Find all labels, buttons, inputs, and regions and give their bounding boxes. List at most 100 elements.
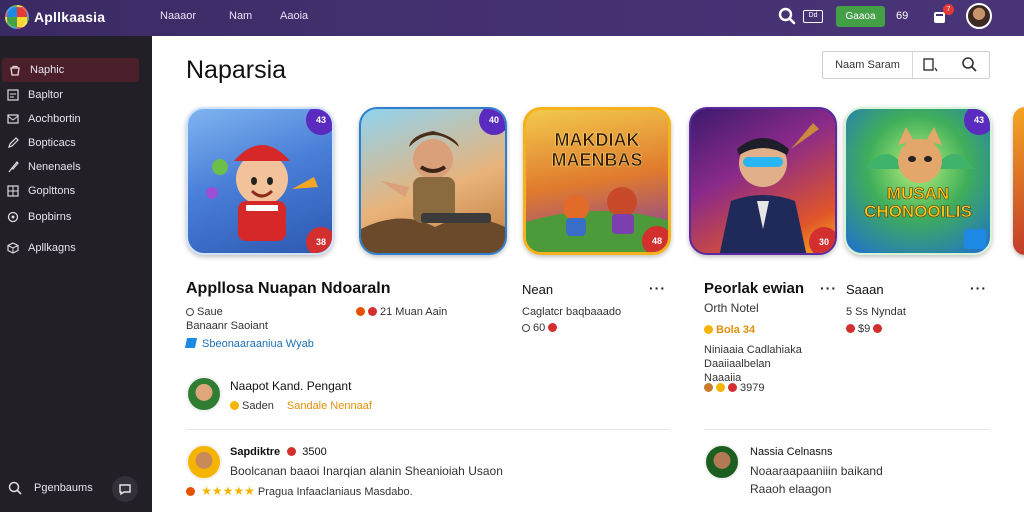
- review-footer-text: Pragua Infaaclaniaus Masdabo.: [257, 486, 413, 498]
- badge-icon: [846, 324, 855, 333]
- reward-icon: [704, 383, 713, 392]
- clock-icon: [186, 308, 194, 316]
- app4-desc-1: Niniaaia Cadlahiaka: [704, 344, 802, 356]
- reviewer-name[interactable]: Sapdiktre: [230, 446, 280, 458]
- reviewer-avatar[interactable]: [186, 444, 222, 480]
- nav-link-3[interactable]: Aaoia: [280, 10, 308, 22]
- filter-icon[interactable]: [917, 52, 943, 78]
- badge-icon: [548, 323, 558, 332]
- review-line-1: Noaaraapaaniiin baikand: [750, 464, 883, 478]
- search-icon[interactable]: [957, 52, 983, 78]
- card-badge-bottom: 38: [306, 227, 332, 253]
- app5-name[interactable]: Saaan: [846, 282, 884, 297]
- thumb-icon: [230, 401, 239, 410]
- app-brand[interactable]: Apllkaasia: [34, 9, 105, 25]
- sidebar-item-7[interactable]: Bopbirns: [0, 205, 152, 229]
- reviewer-name[interactable]: Naapot Kand. Pengant: [230, 379, 351, 393]
- reviewer-avatar[interactable]: [186, 376, 222, 412]
- more-options-button[interactable]: ···: [970, 280, 987, 296]
- app-meta-1: Saue: [186, 306, 223, 318]
- reviewer-header: Sapdiktre 3500: [230, 446, 327, 458]
- game-card-3[interactable]: MAKDIAK MAENBAS 48: [523, 107, 671, 255]
- rating-icon: [368, 307, 377, 316]
- app-meta-2: Banaanr Saoiant: [186, 320, 268, 332]
- app-link[interactable]: Sbeonaaraaniua Wyab: [184, 338, 314, 350]
- brush-icon: [8, 161, 19, 173]
- sidebar-item-1[interactable]: Naphic: [2, 58, 139, 82]
- app3-count: 60: [533, 322, 546, 334]
- sidebar-bottom-label: Pgenbaums: [34, 482, 93, 494]
- user-avatar[interactable]: [966, 3, 992, 29]
- game-card-2[interactable]: 40: [359, 107, 507, 255]
- rating-icon: [356, 307, 365, 316]
- sidebar-item-3[interactable]: Aochbortin: [0, 107, 152, 131]
- app4-price: Bola 34: [704, 324, 755, 336]
- sidebar-item-label: Goplttons: [28, 185, 76, 197]
- divider: [186, 429, 670, 430]
- game-card-5[interactable]: MUSAN CHONOOILIS 43: [844, 107, 992, 255]
- sidebar-item-8[interactable]: Apllkagns: [0, 236, 152, 260]
- card-badge-top: 40: [479, 109, 505, 135]
- game-art-title: MAKDIAK MAENBAS: [551, 130, 643, 171]
- app4-price-text: Bola 34: [716, 324, 756, 336]
- search-icon[interactable]: [778, 7, 796, 25]
- sidebar-item-6[interactable]: Goplttons: [0, 179, 152, 203]
- game-card-6[interactable]: [1013, 107, 1024, 255]
- search-input[interactable]: Naam Saram: [823, 52, 913, 78]
- reviewer-score: 3500: [302, 446, 327, 458]
- sidebar-item-label: Bopbirns: [28, 211, 72, 223]
- app4-desc-2: Daaiiaalbelan: [704, 358, 771, 370]
- sidebar-item-label: Nenenaels: [28, 161, 81, 173]
- nav-link-1[interactable]: Naaaor: [160, 10, 196, 22]
- search-icon: [8, 481, 22, 495]
- primary-action-button[interactable]: Gaaoa: [836, 6, 885, 27]
- tag-button[interactable]: Dd: [803, 10, 823, 23]
- reviewer-name[interactable]: Nassia Celnasns: [750, 446, 833, 458]
- nav-link-2[interactable]: Nam: [229, 10, 252, 22]
- card-badge-top: 43: [964, 109, 990, 135]
- review-tag: Saden: [242, 400, 274, 412]
- app-logo-icon[interactable]: [5, 5, 29, 29]
- reviewer-avatar[interactable]: [704, 444, 740, 480]
- app-rating: 21 Muan Aain: [356, 306, 447, 318]
- review-tags: Saden Sandale Nennaaf: [230, 400, 372, 412]
- doc-icon: [7, 89, 19, 101]
- pen-icon: [8, 137, 19, 148]
- app3-line1: Caglatcr baqbaaado: [522, 306, 622, 318]
- sidebar-item-label: Bopticacs: [28, 137, 76, 149]
- sidebar-bottom-search[interactable]: Pgenbaums: [8, 481, 93, 495]
- review-text: Boolcanan baaoi Inarqian alanin Sheanioi…: [230, 464, 503, 478]
- app5-price: $9: [858, 323, 871, 335]
- sidebar-item-5[interactable]: Nenenaels: [0, 155, 152, 179]
- more-options-button[interactable]: ···: [820, 280, 837, 296]
- app-title[interactable]: Appllosa Nuapan Ndoaraln: [186, 280, 390, 298]
- star-icon: ★★★★★: [201, 484, 255, 498]
- app3-name[interactable]: Nean: [522, 282, 553, 297]
- review-footer: ★★★★★ Pragua Infaaclaniaus Masdabo.: [186, 484, 413, 498]
- sidebar-item-label: Aochbortin: [28, 113, 81, 125]
- game-art-title: MUSAN CHONOOILIS: [864, 184, 972, 221]
- mail-icon: [7, 114, 19, 124]
- chat-button[interactable]: [112, 476, 138, 502]
- badge-icon: [287, 447, 297, 456]
- more-options-button[interactable]: ···: [649, 280, 666, 296]
- app4-footer: 3979: [704, 382, 764, 394]
- notification-badge: 7: [943, 4, 954, 15]
- bag-icon: [10, 65, 20, 76]
- badge-icon: [186, 487, 195, 496]
- app5-line2: $9: [846, 323, 885, 335]
- card-badge-top: 43: [306, 109, 332, 135]
- featured-carousel: 43 38 40 MAKDIAK MAENBAS 48 30 MUSAN CHO…: [152, 106, 1024, 256]
- sidebar-item-4[interactable]: Bopticacs: [0, 131, 152, 155]
- card-badge-bottom: 48: [642, 226, 668, 252]
- app3-line2: 60: [522, 322, 560, 334]
- app-meta-text: Saue: [197, 306, 223, 318]
- search-bar[interactable]: Naam Saram: [822, 51, 990, 79]
- review-line-2: Raaoh elaagon: [750, 482, 832, 496]
- game-card-4[interactable]: 30: [689, 107, 837, 255]
- review-highlight: Sandale Nennaaf: [286, 400, 372, 412]
- sidebar-item-label: Bapltor: [28, 89, 63, 101]
- game-card-1[interactable]: 43 38: [186, 107, 334, 255]
- sidebar-item-2[interactable]: Bapltor: [0, 83, 152, 107]
- app4-title[interactable]: Peorlak ewian: [704, 280, 804, 297]
